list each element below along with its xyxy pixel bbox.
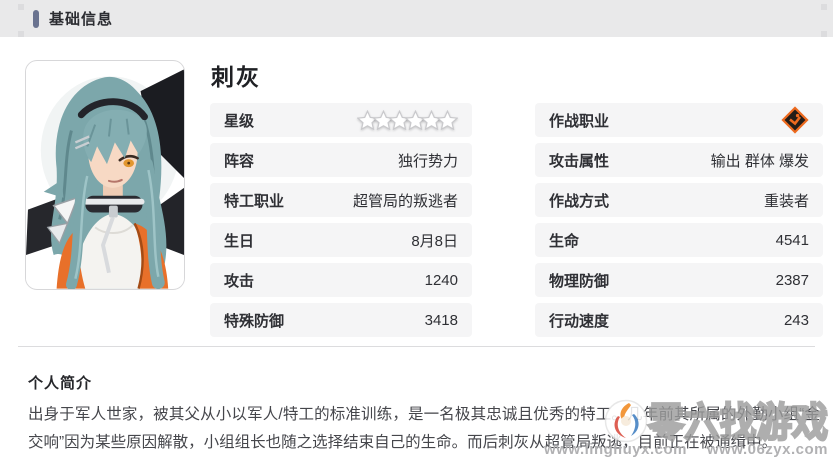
info-row-hp: 生命 4541: [535, 223, 823, 257]
character-portrait: [25, 60, 185, 290]
row-value: 2387: [776, 272, 809, 289]
info-row-attack-attribute: 攻击属性 输出 群体 爆发: [535, 143, 823, 177]
character-info-page: 基础信息: [0, 0, 833, 459]
info-row-birthday: 生日 8月8日: [210, 223, 472, 257]
bio-paragraph: 出身于军人世家，被其父从小以军人/特工的标准训练，是一名极其忠诚且优秀的特工。几…: [28, 401, 820, 457]
section-title: 基础信息: [49, 8, 113, 29]
row-label: 作战职业: [549, 110, 609, 131]
row-label: 星级: [224, 110, 254, 131]
row-label: 行动速度: [549, 310, 609, 331]
row-label: 阵容: [224, 150, 254, 171]
row-value: 3418: [425, 312, 458, 329]
row-value: 4541: [776, 232, 809, 249]
row-label: 攻击属性: [549, 150, 609, 171]
row-value: 1240: [425, 272, 458, 289]
character-portrait-art: [26, 61, 184, 289]
row-value: 独行势力: [398, 150, 458, 171]
row-value: 243: [784, 312, 809, 329]
row-label: 攻击: [224, 270, 254, 291]
watermark-dot: [821, 4, 827, 10]
info-row-attack: 攻击 1240: [210, 263, 472, 297]
row-value: 输出 群体 爆发: [711, 150, 809, 171]
row-value: 重装者: [764, 190, 809, 211]
info-row-agent-class: 特工职业 超管局的叛逃者: [210, 183, 472, 217]
watermark-dot: [18, 31, 24, 37]
info-table-left: 星级 阵容 独行势力 特工职业 超管局的叛逃者 生日 8月8日 攻击 1240 …: [210, 103, 472, 343]
info-row-special-defense: 特殊防御 3418: [210, 303, 472, 337]
row-value: 8月8日: [411, 230, 458, 251]
watermark-dot: [821, 31, 827, 37]
info-row-combat-class: 作战职业: [535, 103, 823, 137]
row-label: 特殊防御: [224, 310, 284, 331]
info-row-combat-style: 作战方式 重装者: [535, 183, 823, 217]
row-label: 物理防御: [549, 270, 609, 291]
watermark-dot: [18, 4, 24, 10]
section-divider: [18, 346, 815, 347]
character-name: 刺灰: [211, 58, 261, 92]
header-accent-bar: [33, 10, 39, 28]
bio-title: 个人简介: [28, 372, 92, 393]
info-row-speed: 行动速度 243: [535, 303, 823, 337]
row-label: 生日: [224, 230, 254, 251]
row-label: 生命: [549, 230, 579, 251]
defender-class-icon: [781, 106, 809, 134]
section-header: 基础信息: [0, 0, 833, 37]
row-label: 作战方式: [549, 190, 609, 211]
star-rating: [362, 110, 458, 130]
row-label: 特工职业: [224, 190, 284, 211]
row-value: 超管局的叛逃者: [353, 190, 458, 211]
info-row-star-rating: 星级: [210, 103, 472, 137]
info-row-physical-defense: 物理防御 2387: [535, 263, 823, 297]
info-row-faction: 阵容 独行势力: [210, 143, 472, 177]
info-table-right: 作战职业 攻击属性 输出 群体 爆发 作战方式 重装者 生命 4541 物理防御…: [535, 103, 823, 343]
